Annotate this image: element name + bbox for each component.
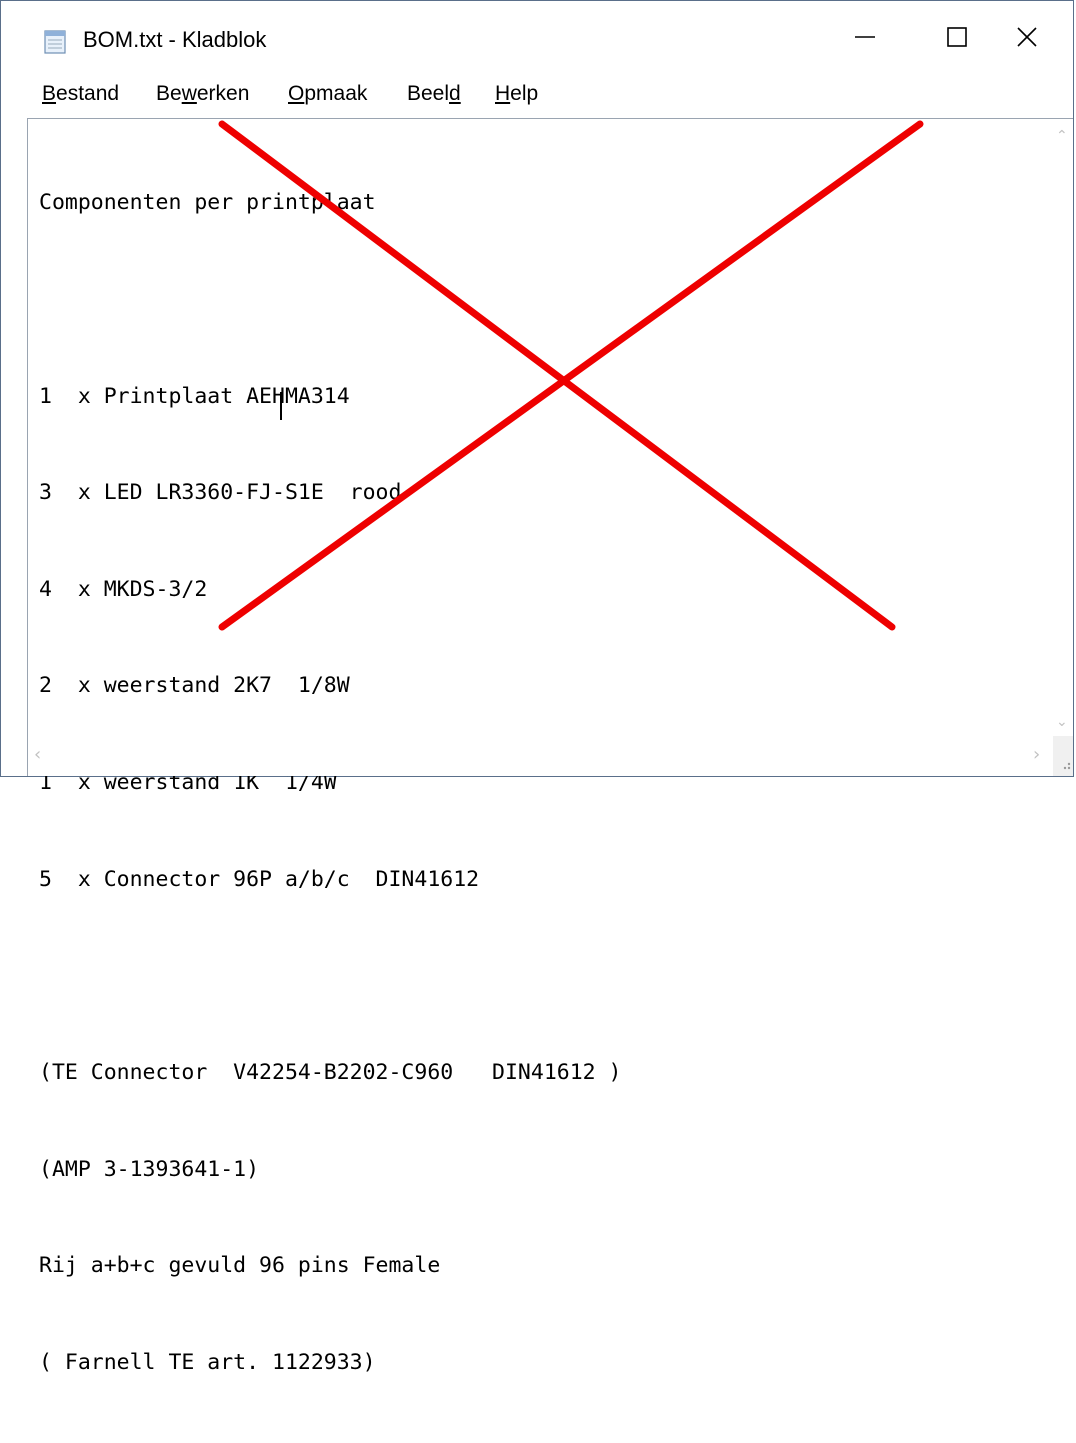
text-line: 4 x MKDS-3/2 [39, 576, 208, 602]
menu-help[interactable]: Help [495, 79, 538, 109]
maximize-icon [946, 26, 968, 52]
menu-label-post: pmaak [304, 82, 368, 105]
text-caret [280, 392, 282, 420]
title-bar[interactable]: BOM.txt - Kladblok [1, 1, 1073, 77]
close-button[interactable] [981, 1, 1073, 77]
text-line: 1 x Printplaat AEHMA314 [39, 383, 350, 409]
resize-corner[interactable] [1053, 736, 1073, 776]
close-icon [1016, 26, 1038, 52]
menu-label-post: erken [196, 82, 250, 105]
menu-label-post: elp [510, 82, 539, 105]
menu-beeld[interactable]: Beeld [407, 79, 461, 109]
text-line: 5 x Connector 96P a/b/c DIN41612 [39, 866, 480, 892]
scroll-down-arrow-icon[interactable]: ⌄ [1056, 715, 1068, 729]
menu-bewerken[interactable]: Bewerken [156, 79, 249, 109]
menu-label-pre: Be [156, 82, 182, 105]
menu-opmaak[interactable]: Opmaak [288, 79, 367, 109]
menu-mnemonic: O [288, 82, 305, 105]
menu-bestand[interactable]: Bestand [42, 79, 119, 109]
text-line: ​ [39, 284, 1039, 316]
menu-mnemonic: w [181, 82, 197, 105]
resize-grip-icon[interactable] [1053, 761, 1073, 780]
text-editor[interactable]: Componenten per printplaat ​ 1 x Printpl… [27, 118, 1073, 1375]
minimize-icon [854, 26, 876, 52]
scroll-up-arrow-icon[interactable]: ⌃ [1056, 129, 1068, 143]
menu-mnemonic: d [449, 82, 461, 105]
vertical-scrollbar[interactable]: ⌃ ⌄ [1053, 119, 1073, 736]
notepad-icon[interactable] [42, 28, 68, 54]
text-line: 2 x weerstand 2K7 1/8W [39, 673, 350, 699]
document-text[interactable]: Componenten per printplaat ​ 1 x Printpl… [39, 123, 1039, 1443]
notepad-window: BOM.txt - Kladblok Bestand Bewerken Opma… [0, 0, 1074, 1375]
menu-mnemonic: H [495, 82, 511, 105]
scroll-right-arrow-icon[interactable]: › [1033, 746, 1040, 764]
menu-label-pre: Beel [407, 82, 450, 105]
text-line: (AMP 3-1393641-1) [39, 1156, 260, 1182]
scroll-left-arrow-icon[interactable]: ‹ [34, 746, 41, 764]
text-line: 3 x LED LR3360-FJ-S1E rood [39, 480, 402, 506]
menu-label-post: estand [56, 82, 120, 105]
minimize-button[interactable] [819, 1, 911, 77]
text-line: ​ [39, 960, 1039, 992]
text-line: Rij a+b+c gevuld 96 pins Female [39, 1253, 441, 1279]
text-line: (TE Connector V42254-B2202-C960 DIN41612… [39, 1059, 622, 1085]
text-line: Componenten per printplaat [39, 190, 376, 216]
horizontal-scrollbar[interactable]: ‹ › [28, 736, 1053, 776]
window-title: BOM.txt - Kladblok [83, 27, 267, 52]
menu-mnemonic: B [42, 82, 57, 105]
menu-bar: Bestand Bewerken Opmaak Beeld Help [1, 77, 1073, 117]
text-line: ( Farnell TE art. 1122933) [39, 1349, 376, 1375]
